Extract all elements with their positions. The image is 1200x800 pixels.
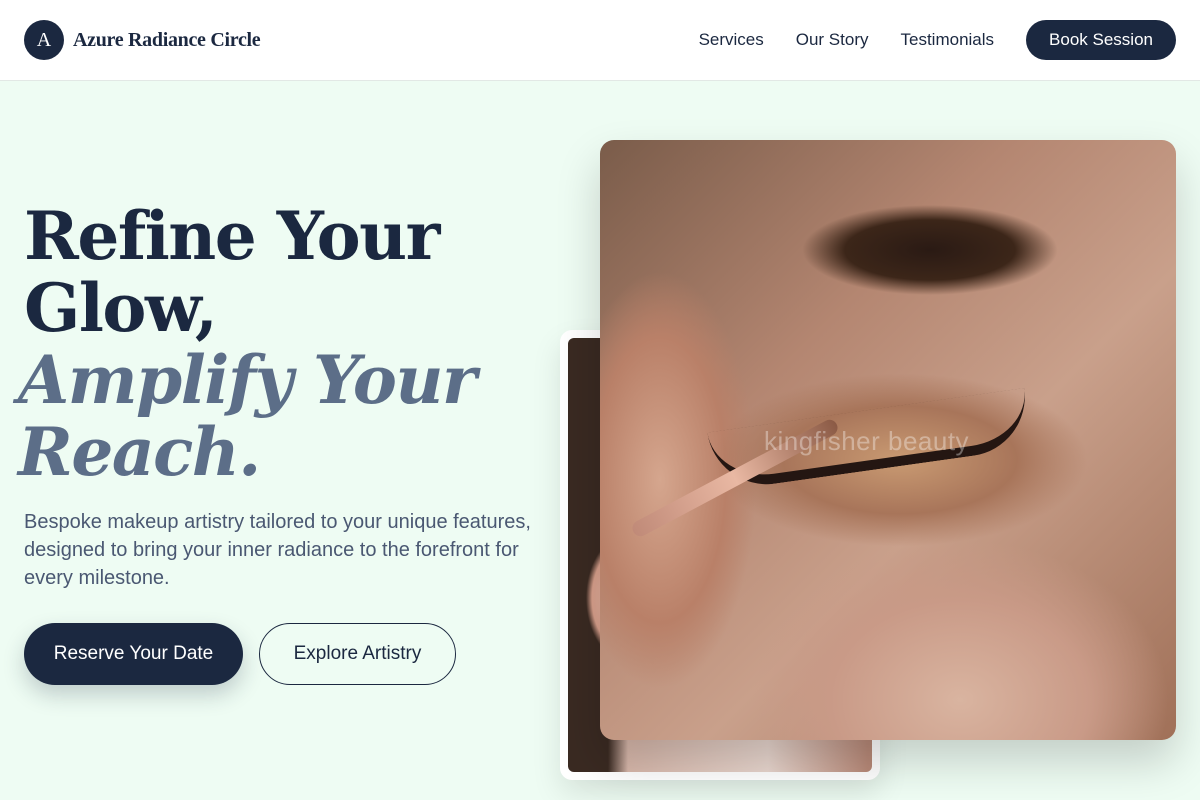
hero-title-accent-line1: Amplify Your <box>18 341 477 419</box>
hero-title-line1: Refine Your <box>24 197 440 275</box>
reserve-date-button[interactable]: Reserve Your Date <box>24 623 243 685</box>
hero-title-accent-line2: Reach. <box>18 413 261 491</box>
site-header: A Azure Radiance Circle Services Our Sto… <box>0 0 1200 81</box>
nav-link-services[interactable]: Services <box>699 30 764 50</box>
nav-link-testimonials[interactable]: Testimonials <box>901 30 995 50</box>
brand-name: Azure Radiance Circle <box>73 28 261 51</box>
brand[interactable]: A Azure Radiance Circle <box>24 20 261 60</box>
logo-mark: A <box>24 20 64 60</box>
nav-link-our-story[interactable]: Our Story <box>796 30 869 50</box>
photo-watermark: kingfisher beauty <box>764 426 970 456</box>
hero-title-line2: Glow, <box>24 269 218 347</box>
main-nav: Services Our Story Testimonials Book Ses… <box>699 20 1176 60</box>
book-session-button[interactable]: Book Session <box>1026 20 1176 60</box>
hero-title: Refine Your Glow, Amplify Your Reach. <box>18 197 564 488</box>
explore-artistry-button[interactable]: Explore Artistry <box>259 623 456 685</box>
hero-subtitle: Bespoke makeup artistry tailored to your… <box>24 511 531 589</box>
main-makeup-photo: kingfisher beauty <box>600 140 1176 740</box>
